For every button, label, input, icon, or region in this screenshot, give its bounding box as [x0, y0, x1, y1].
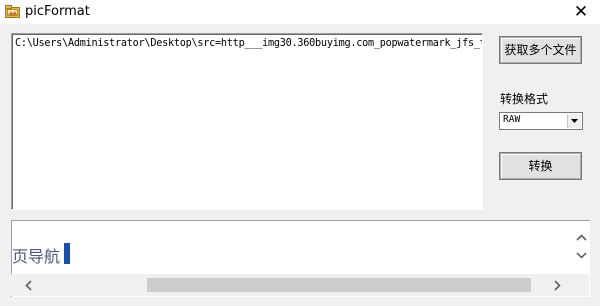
picture-folder-icon [5, 5, 20, 18]
horizontal-scrollbar[interactable] [11, 274, 573, 296]
close-icon[interactable]: ✕ [570, 1, 592, 23]
chevron-down-icon[interactable] [576, 252, 587, 259]
preview-text: 页导航 [12, 247, 61, 266]
format-select[interactable]: RAW [499, 112, 583, 130]
chevron-left-icon[interactable] [25, 280, 32, 291]
scrollbar-corner [573, 274, 589, 296]
text-caret [64, 243, 70, 264]
format-label: 转换格式 [500, 92, 549, 106]
window-title: picFormat [25, 4, 90, 19]
chevron-right-icon[interactable] [554, 280, 561, 291]
convert-button[interactable]: 转换 [499, 152, 582, 180]
scrollbar-thumb[interactable] [147, 278, 531, 292]
title-bar[interactable]: picFormat ✕ [0, 0, 600, 24]
format-select-value: RAW [503, 114, 521, 125]
chevron-up-icon[interactable] [576, 234, 587, 241]
file-list[interactable]: C:\Users\Administrator\Desktop\src=http_… [11, 33, 483, 210]
get-multiple-files-button[interactable]: 获取多个文件 [499, 36, 582, 64]
vertical-scrollbar[interactable] [573, 221, 590, 277]
dropdown-arrow-icon[interactable] [567, 114, 581, 128]
list-item[interactable]: C:\Users\Administrator\Desktop\src=http_… [15, 38, 482, 49]
